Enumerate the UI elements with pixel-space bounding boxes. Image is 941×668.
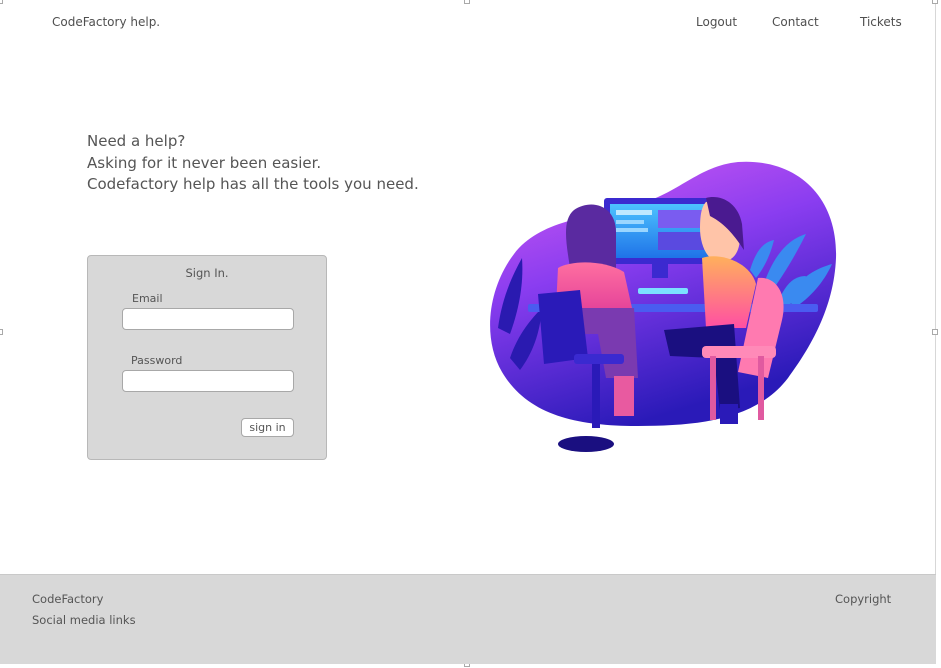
- signin-panel: Sign In. Email Password sign in: [87, 255, 327, 460]
- password-field[interactable]: [122, 370, 294, 392]
- selection-handle-right[interactable]: [932, 329, 938, 335]
- selection-handle-top[interactable]: [464, 0, 470, 4]
- footer-company: CodeFactory: [32, 592, 104, 606]
- footer: CodeFactory Social media links Copyright: [0, 574, 936, 664]
- footer-copyright: Copyright: [835, 592, 892, 606]
- nav-logout-link[interactable]: Logout: [696, 15, 737, 29]
- selection-handle-left[interactable]: [0, 329, 3, 335]
- selection-handle-top-right[interactable]: [932, 0, 938, 4]
- brand-name: CodeFactory help.: [52, 15, 161, 29]
- hero-line-2: Asking for it never been easier.: [87, 153, 322, 172]
- footer-social-links[interactable]: Social media links: [32, 613, 136, 627]
- hero-text: Need a help? Asking for it never been ea…: [87, 131, 419, 196]
- nav-tickets-link[interactable]: Tickets: [860, 15, 902, 29]
- hero-line-3: Codefactory help has all the tools you n…: [87, 175, 419, 193]
- email-label: Email: [132, 292, 163, 305]
- people-at-computer-illustration: [490, 161, 837, 452]
- nav-contact-link[interactable]: Contact: [772, 15, 819, 29]
- selection-handle-top-left[interactable]: [0, 0, 3, 4]
- hero-line-1: Need a help?: [87, 132, 186, 150]
- password-label: Password: [131, 354, 183, 367]
- email-field[interactable]: [122, 308, 294, 330]
- sign-in-button[interactable]: sign in: [241, 418, 294, 437]
- canvas-border: [935, 0, 936, 574]
- signin-title: Sign In.: [185, 266, 229, 280]
- page: CodeFactory help. Logout Contact Tickets…: [0, 0, 941, 668]
